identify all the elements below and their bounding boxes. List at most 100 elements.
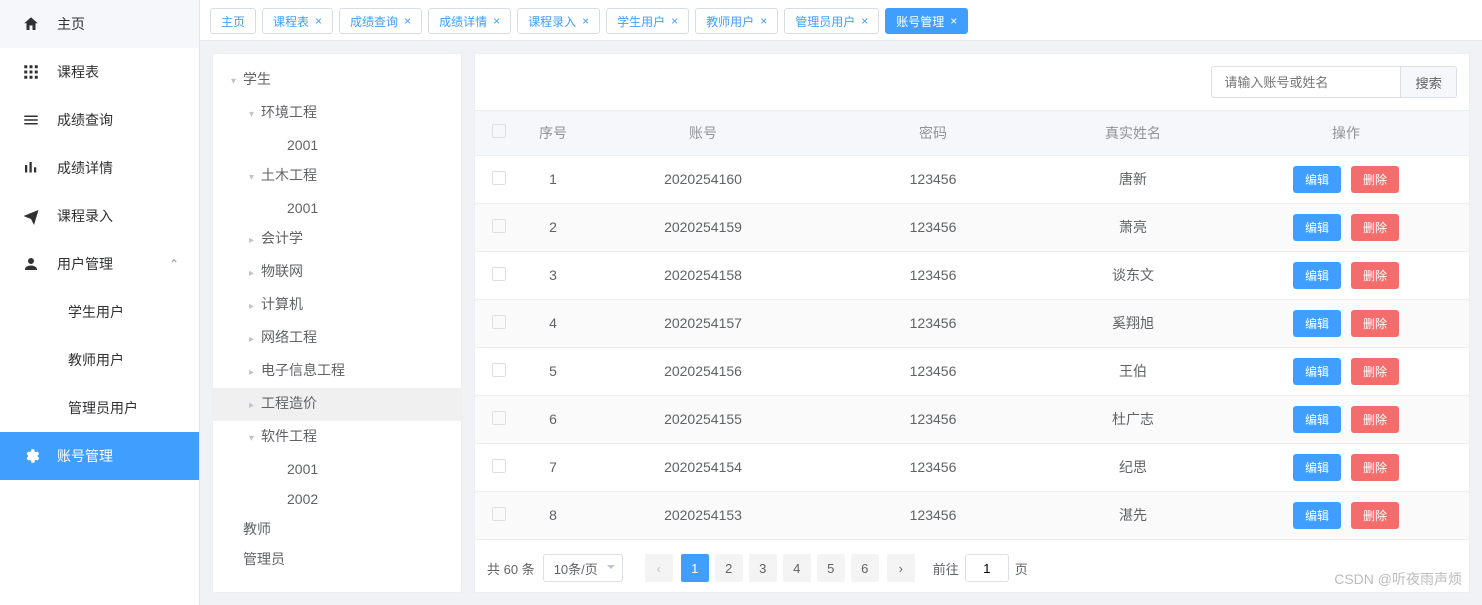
edit-button[interactable]: 编辑 xyxy=(1293,166,1341,193)
delete-button[interactable]: 删除 xyxy=(1351,166,1399,193)
tab-8[interactable]: 账号管理× xyxy=(885,8,968,34)
tab-6[interactable]: 教师用户× xyxy=(695,8,778,34)
tree-node-7[interactable]: ▸计算机 xyxy=(213,289,461,322)
tree-node-13[interactable]: 2002 xyxy=(213,484,461,514)
sidebar-item-3[interactable]: 成绩详情 xyxy=(0,144,199,192)
prev-page-button[interactable]: ‹ xyxy=(645,554,673,582)
sidebar-item-1[interactable]: 课程表 xyxy=(0,48,199,96)
tree-node-label: 2002 xyxy=(287,491,318,507)
edit-button[interactable]: 编辑 xyxy=(1293,406,1341,433)
page-size-select[interactable]: 10条/页 xyxy=(543,554,623,582)
close-icon[interactable]: × xyxy=(760,14,767,28)
edit-button[interactable]: 编辑 xyxy=(1293,502,1341,529)
page-button-3[interactable]: 3 xyxy=(749,554,777,582)
sidebar-sub-item-2[interactable]: 管理员用户 xyxy=(0,384,199,432)
caret-icon: ▸ xyxy=(249,230,261,252)
search-input[interactable] xyxy=(1211,66,1401,98)
close-icon[interactable]: × xyxy=(861,14,868,28)
sidebar-item-5[interactable]: 用户管理⌃ xyxy=(0,240,199,288)
cell-name: 奚翔旭 xyxy=(1043,299,1223,347)
cell-name: 谈东文 xyxy=(1043,251,1223,299)
tree-node-8[interactable]: ▸网络工程 xyxy=(213,322,461,355)
total-count: 共 60 条 xyxy=(487,559,535,578)
page-button-5[interactable]: 5 xyxy=(817,554,845,582)
select-all-checkbox[interactable] xyxy=(492,124,506,138)
delete-button[interactable]: 删除 xyxy=(1351,454,1399,481)
tree-node-4[interactable]: 2001 xyxy=(213,193,461,223)
row-checkbox[interactable] xyxy=(492,267,506,281)
cell-password: 123456 xyxy=(823,203,1043,251)
close-icon[interactable]: × xyxy=(404,14,411,28)
edit-button[interactable]: 编辑 xyxy=(1293,214,1341,241)
tree-node-15[interactable]: 管理员 xyxy=(213,544,461,574)
tree-node-1[interactable]: ▾环境工程 xyxy=(213,97,461,130)
edit-button[interactable]: 编辑 xyxy=(1293,262,1341,289)
jump-suffix: 页 xyxy=(1015,559,1028,578)
page-button-2[interactable]: 2 xyxy=(715,554,743,582)
search-button[interactable]: 搜索 xyxy=(1401,66,1457,98)
close-icon[interactable]: × xyxy=(315,14,322,28)
close-icon[interactable]: × xyxy=(950,14,957,28)
tab-4[interactable]: 课程录入× xyxy=(517,8,600,34)
tree-node-5[interactable]: ▸会计学 xyxy=(213,223,461,256)
delete-button[interactable]: 删除 xyxy=(1351,358,1399,385)
sidebar-sub-item-1[interactable]: 教师用户 xyxy=(0,336,199,384)
tab-2[interactable]: 成绩查询× xyxy=(339,8,422,34)
sidebar-item-label: 用户管理 xyxy=(57,254,113,274)
jump-input[interactable] xyxy=(965,554,1009,582)
edit-button[interactable]: 编辑 xyxy=(1293,454,1341,481)
tree-node-3[interactable]: ▾土木工程 xyxy=(213,160,461,193)
close-icon[interactable]: × xyxy=(493,14,500,28)
delete-button[interactable]: 删除 xyxy=(1351,262,1399,289)
next-page-button[interactable]: › xyxy=(887,554,915,582)
row-checkbox[interactable] xyxy=(492,171,506,185)
page-button-1[interactable]: 1 xyxy=(681,554,709,582)
caret-icon: ▾ xyxy=(249,167,261,189)
tab-0[interactable]: 主页 xyxy=(210,8,256,34)
tab-3[interactable]: 成绩详情× xyxy=(428,8,511,34)
sidebar-sub-item-0[interactable]: 学生用户 xyxy=(0,288,199,336)
row-checkbox[interactable] xyxy=(492,363,506,377)
tree-node-label: 教师 xyxy=(243,521,271,537)
close-icon[interactable]: × xyxy=(582,14,589,28)
row-checkbox[interactable] xyxy=(492,411,506,425)
cell-password: 123456 xyxy=(823,299,1043,347)
home-icon xyxy=(20,13,42,35)
tree-node-label: 软件工程 xyxy=(261,428,317,444)
tab-5[interactable]: 学生用户× xyxy=(606,8,689,34)
delete-button[interactable]: 删除 xyxy=(1351,310,1399,337)
row-checkbox[interactable] xyxy=(492,459,506,473)
sidebar-item-2[interactable]: 成绩查询 xyxy=(0,96,199,144)
edit-button[interactable]: 编辑 xyxy=(1293,310,1341,337)
cell-account: 2020254153 xyxy=(583,491,823,539)
tree-node-0[interactable]: ▾学生 xyxy=(213,64,461,97)
tree-node-12[interactable]: 2001 xyxy=(213,454,461,484)
tree-node-2[interactable]: 2001 xyxy=(213,130,461,160)
tree-node-14[interactable]: 教师 xyxy=(213,514,461,544)
tree-node-9[interactable]: ▸电子信息工程 xyxy=(213,355,461,388)
tree-node-6[interactable]: ▸物联网 xyxy=(213,256,461,289)
close-icon[interactable]: × xyxy=(671,14,678,28)
sidebar-item-0[interactable]: 主页 xyxy=(0,0,199,48)
delete-button[interactable]: 删除 xyxy=(1351,502,1399,529)
row-checkbox[interactable] xyxy=(492,315,506,329)
page-button-6[interactable]: 6 xyxy=(851,554,879,582)
delete-button[interactable]: 删除 xyxy=(1351,406,1399,433)
delete-button[interactable]: 删除 xyxy=(1351,214,1399,241)
cell-name: 萧亮 xyxy=(1043,203,1223,251)
row-checkbox[interactable] xyxy=(492,507,506,521)
sidebar-item-4[interactable]: 课程录入 xyxy=(0,192,199,240)
sidebar-item-account-mgmt[interactable]: 账号管理 xyxy=(0,432,199,480)
tab-7[interactable]: 管理员用户× xyxy=(784,8,879,34)
tree-node-10[interactable]: ▸工程造价 xyxy=(213,388,461,421)
page-button-4[interactable]: 4 xyxy=(783,554,811,582)
edit-button[interactable]: 编辑 xyxy=(1293,358,1341,385)
header-seq: 序号 xyxy=(523,111,583,155)
cell-account: 2020254156 xyxy=(583,347,823,395)
row-checkbox[interactable] xyxy=(492,219,506,233)
cell-account: 2020254158 xyxy=(583,251,823,299)
tree-node-label: 物联网 xyxy=(261,263,303,279)
tab-1[interactable]: 课程表× xyxy=(262,8,333,34)
search-bar: 搜索 xyxy=(475,54,1469,110)
tree-node-11[interactable]: ▾软件工程 xyxy=(213,421,461,454)
